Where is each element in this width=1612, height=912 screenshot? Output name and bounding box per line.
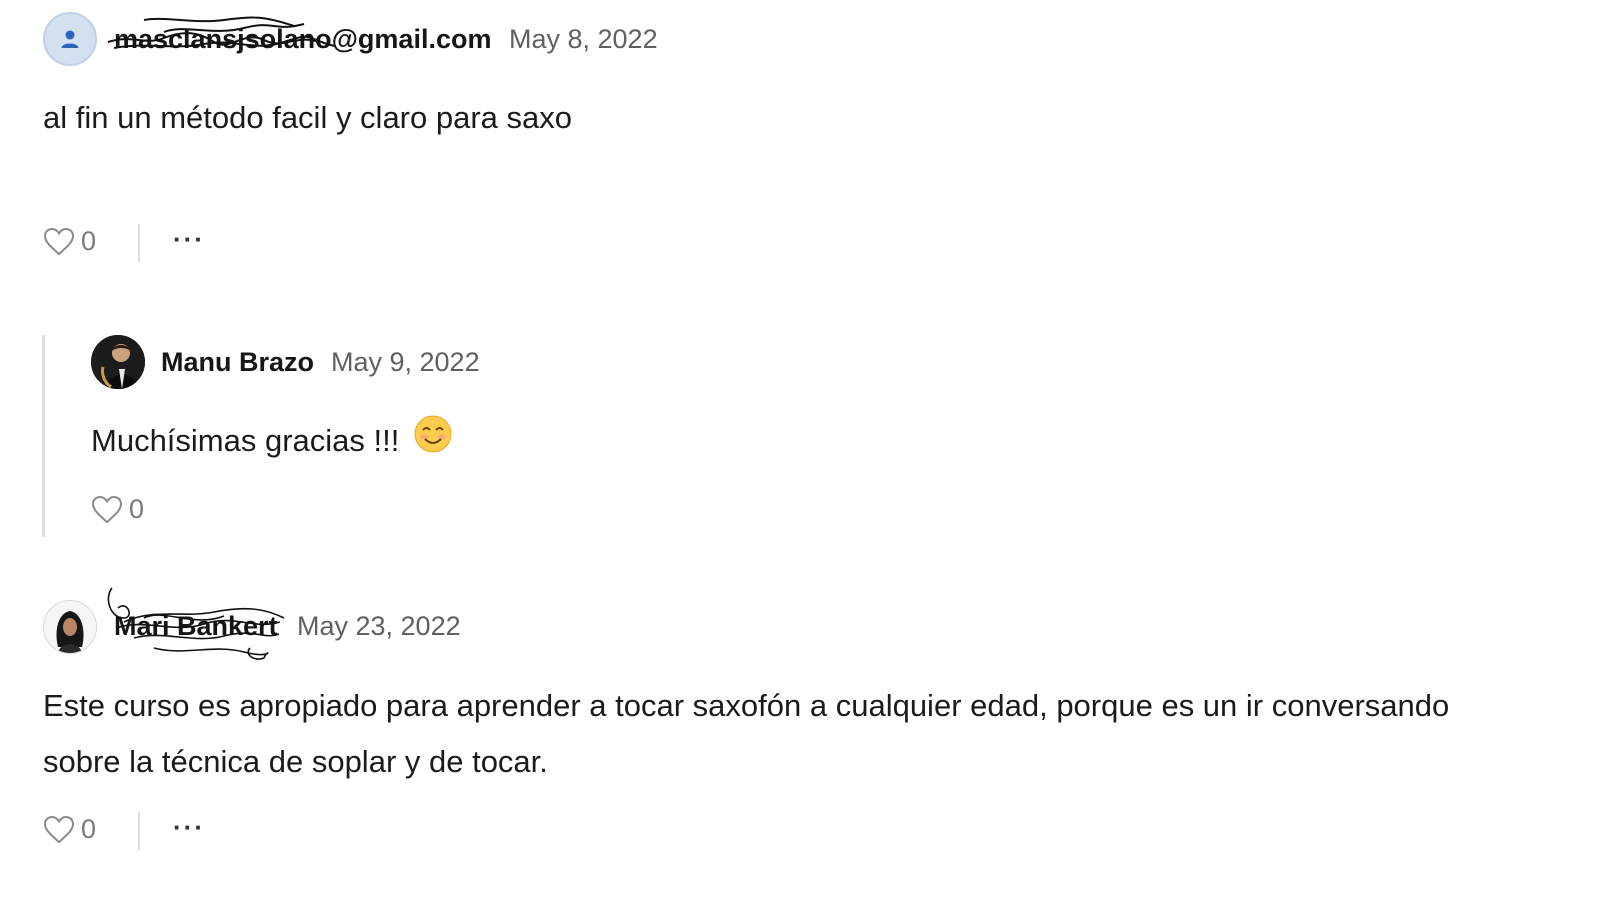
like-button[interactable]: 0 [91, 494, 144, 525]
avatar[interactable] [43, 600, 97, 654]
like-count: 0 [81, 226, 97, 256]
comment-date: May 23, 2022 [297, 611, 461, 641]
heart-outline-icon [43, 815, 75, 843]
avatar[interactable] [43, 12, 97, 66]
like-count: 0 [129, 494, 145, 524]
comment-text: Muchísimas gracias !!! [91, 413, 452, 471]
divider [138, 812, 140, 850]
heart-outline-icon [91, 495, 123, 523]
like-count: 0 [81, 814, 97, 844]
like-button[interactable]: 0 [43, 814, 96, 845]
comment-author[interactable]: masclansjsolano@gmail.com [114, 24, 491, 55]
like-button[interactable]: 0 [43, 226, 96, 257]
user-icon [61, 30, 79, 48]
avatar[interactable] [91, 335, 145, 389]
heart-outline-icon [43, 227, 75, 255]
comment-text-content: Muchísimas gracias !!! [91, 423, 400, 458]
comment-author[interactable]: Mari Bankert [114, 611, 278, 642]
smiling-face-emoji [414, 415, 452, 471]
profile-photo [44, 601, 96, 653]
comment-text: al fin un método facil y claro para saxo [43, 100, 572, 135]
comment-author[interactable]: Manu Brazo [161, 347, 314, 378]
reply-indent-bar [42, 335, 45, 537]
comment-date: May 9, 2022 [331, 347, 480, 377]
comment-text-line: Este curso es apropiado para aprender a … [43, 688, 1450, 723]
more-options-button[interactable]: ··· [173, 812, 205, 843]
more-options-button[interactable]: ··· [173, 224, 205, 255]
profile-photo [91, 335, 145, 389]
comment-date: May 8, 2022 [509, 24, 658, 54]
comment-text: Este curso es apropiado para aprender a … [43, 678, 1449, 790]
comment-text-line: sobre la técnica de soplar y de tocar. [43, 744, 548, 779]
divider [138, 224, 140, 262]
